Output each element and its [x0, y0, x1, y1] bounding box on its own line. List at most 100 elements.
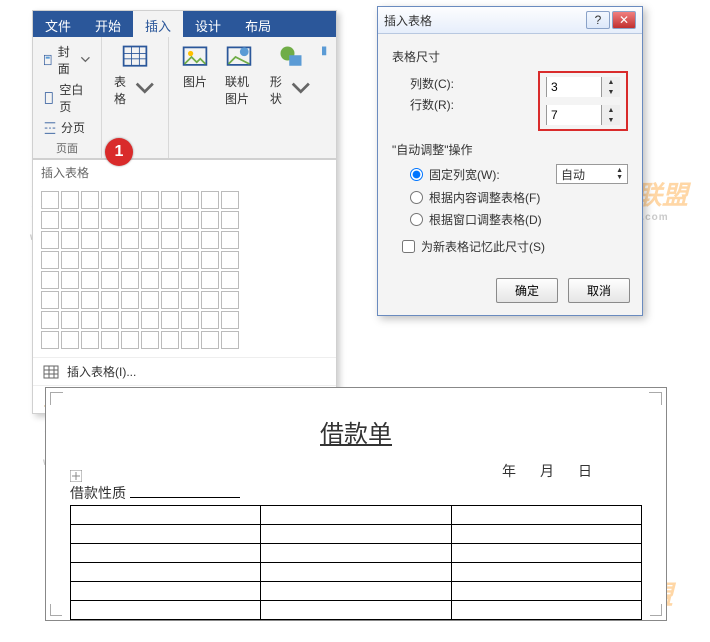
grid-cell[interactable] [61, 231, 79, 249]
grid-cell[interactable] [61, 311, 79, 329]
grid-cell[interactable] [41, 231, 59, 249]
grid-cell[interactable] [161, 311, 179, 329]
grid-cell[interactable] [81, 291, 99, 309]
grid-cell[interactable] [201, 311, 219, 329]
tab-insert[interactable]: 插入 [133, 11, 183, 37]
grid-cell[interactable] [121, 211, 139, 229]
dialog-titlebar[interactable]: 插入表格 ? ✕ [378, 7, 642, 34]
fixed-width-radio[interactable] [410, 168, 423, 181]
fixed-width-select[interactable]: 自动 ▲▼ [556, 164, 628, 184]
smartart-button[interactable] [322, 41, 335, 109]
grid-cell[interactable] [201, 331, 219, 349]
grid-cell[interactable] [81, 311, 99, 329]
grid-cell[interactable] [121, 271, 139, 289]
grid-cell[interactable] [41, 211, 59, 229]
grid-cell[interactable] [121, 311, 139, 329]
grid-cell[interactable] [221, 251, 239, 269]
grid-cell[interactable] [201, 291, 219, 309]
grid-cell[interactable] [61, 291, 79, 309]
tab-layout[interactable]: 布局 [233, 11, 283, 37]
grid-cell[interactable] [101, 231, 119, 249]
grid-cell[interactable] [41, 291, 59, 309]
fit-content-radio[interactable] [410, 191, 423, 204]
grid-cell[interactable] [161, 331, 179, 349]
grid-cell[interactable] [41, 271, 59, 289]
grid-cell[interactable] [181, 191, 199, 209]
fit-window-radio[interactable] [410, 213, 423, 226]
grid-cell[interactable] [41, 251, 59, 269]
cols-input[interactable] [547, 77, 601, 97]
grid-cell[interactable] [81, 271, 99, 289]
grid-cell[interactable] [101, 211, 119, 229]
grid-cell[interactable] [221, 231, 239, 249]
grid-cell[interactable] [141, 331, 159, 349]
rows-down[interactable]: ▼ [602, 115, 620, 125]
grid-cell[interactable] [81, 251, 99, 269]
grid-cell[interactable] [221, 271, 239, 289]
grid-cell[interactable] [41, 331, 59, 349]
rows-up[interactable]: ▲ [602, 105, 620, 115]
page-break-button[interactable]: 分页 [39, 117, 89, 138]
cover-page-button[interactable]: 封面 [39, 41, 95, 79]
grid-cell[interactable] [81, 331, 99, 349]
grid-cell[interactable] [101, 311, 119, 329]
grid-cell[interactable] [101, 291, 119, 309]
grid-cell[interactable] [81, 191, 99, 209]
grid-cell[interactable] [41, 191, 59, 209]
grid-cell[interactable] [221, 211, 239, 229]
grid-cell[interactable] [201, 231, 219, 249]
grid-cell[interactable] [221, 331, 239, 349]
remember-size-checkbox[interactable] [402, 240, 415, 253]
grid-cell[interactable] [141, 271, 159, 289]
grid-cell[interactable] [161, 211, 179, 229]
tab-design[interactable]: 设计 [183, 11, 233, 37]
grid-cell[interactable] [201, 191, 219, 209]
grid-cell[interactable] [221, 191, 239, 209]
grid-cell[interactable] [201, 211, 219, 229]
grid-cell[interactable] [141, 251, 159, 269]
grid-cell[interactable] [141, 211, 159, 229]
grid-cell[interactable] [61, 271, 79, 289]
ok-button[interactable]: 确定 [496, 278, 558, 303]
grid-cell[interactable] [61, 191, 79, 209]
grid-cell[interactable] [161, 191, 179, 209]
grid-cell[interactable] [181, 331, 199, 349]
grid-cell[interactable] [121, 231, 139, 249]
grid-cell[interactable] [141, 311, 159, 329]
grid-cell[interactable] [41, 311, 59, 329]
grid-cell[interactable] [181, 231, 199, 249]
grid-cell[interactable] [121, 331, 139, 349]
grid-cell[interactable] [161, 291, 179, 309]
cols-up[interactable]: ▲ [602, 77, 620, 87]
cols-spinner[interactable]: ▲▼ [546, 77, 620, 97]
grid-cell[interactable] [161, 231, 179, 249]
grid-cell[interactable] [101, 331, 119, 349]
grid-cell[interactable] [141, 291, 159, 309]
rows-spinner[interactable]: ▲▼ [546, 105, 620, 125]
grid-cell[interactable] [161, 251, 179, 269]
grid-cell[interactable] [201, 251, 219, 269]
close-button[interactable]: ✕ [612, 11, 636, 29]
insert-table-menu-item[interactable]: 插入表格(I)... [33, 357, 336, 385]
grid-cell[interactable] [61, 331, 79, 349]
grid-cell[interactable] [181, 251, 199, 269]
grid-cell[interactable] [181, 311, 199, 329]
grid-cell[interactable] [141, 191, 159, 209]
grid-cell[interactable] [161, 271, 179, 289]
shapes-button[interactable]: 形状 [264, 41, 318, 109]
grid-cell[interactable] [181, 291, 199, 309]
grid-cell[interactable] [101, 251, 119, 269]
picture-button[interactable]: 图片 [175, 41, 215, 109]
grid-cell[interactable] [81, 211, 99, 229]
grid-cell[interactable] [121, 291, 139, 309]
grid-cell[interactable] [221, 311, 239, 329]
table-button[interactable]: 表格 [108, 41, 162, 109]
cols-down[interactable]: ▼ [602, 87, 620, 97]
tab-home[interactable]: 开始 [83, 11, 133, 37]
online-picture-button[interactable]: 联机图片 [219, 41, 260, 109]
blank-page-button[interactable]: 空白页 [39, 79, 95, 117]
grid-cell[interactable] [221, 291, 239, 309]
help-button[interactable]: ? [586, 11, 610, 29]
grid-cell[interactable] [201, 271, 219, 289]
grid-cell[interactable] [121, 191, 139, 209]
